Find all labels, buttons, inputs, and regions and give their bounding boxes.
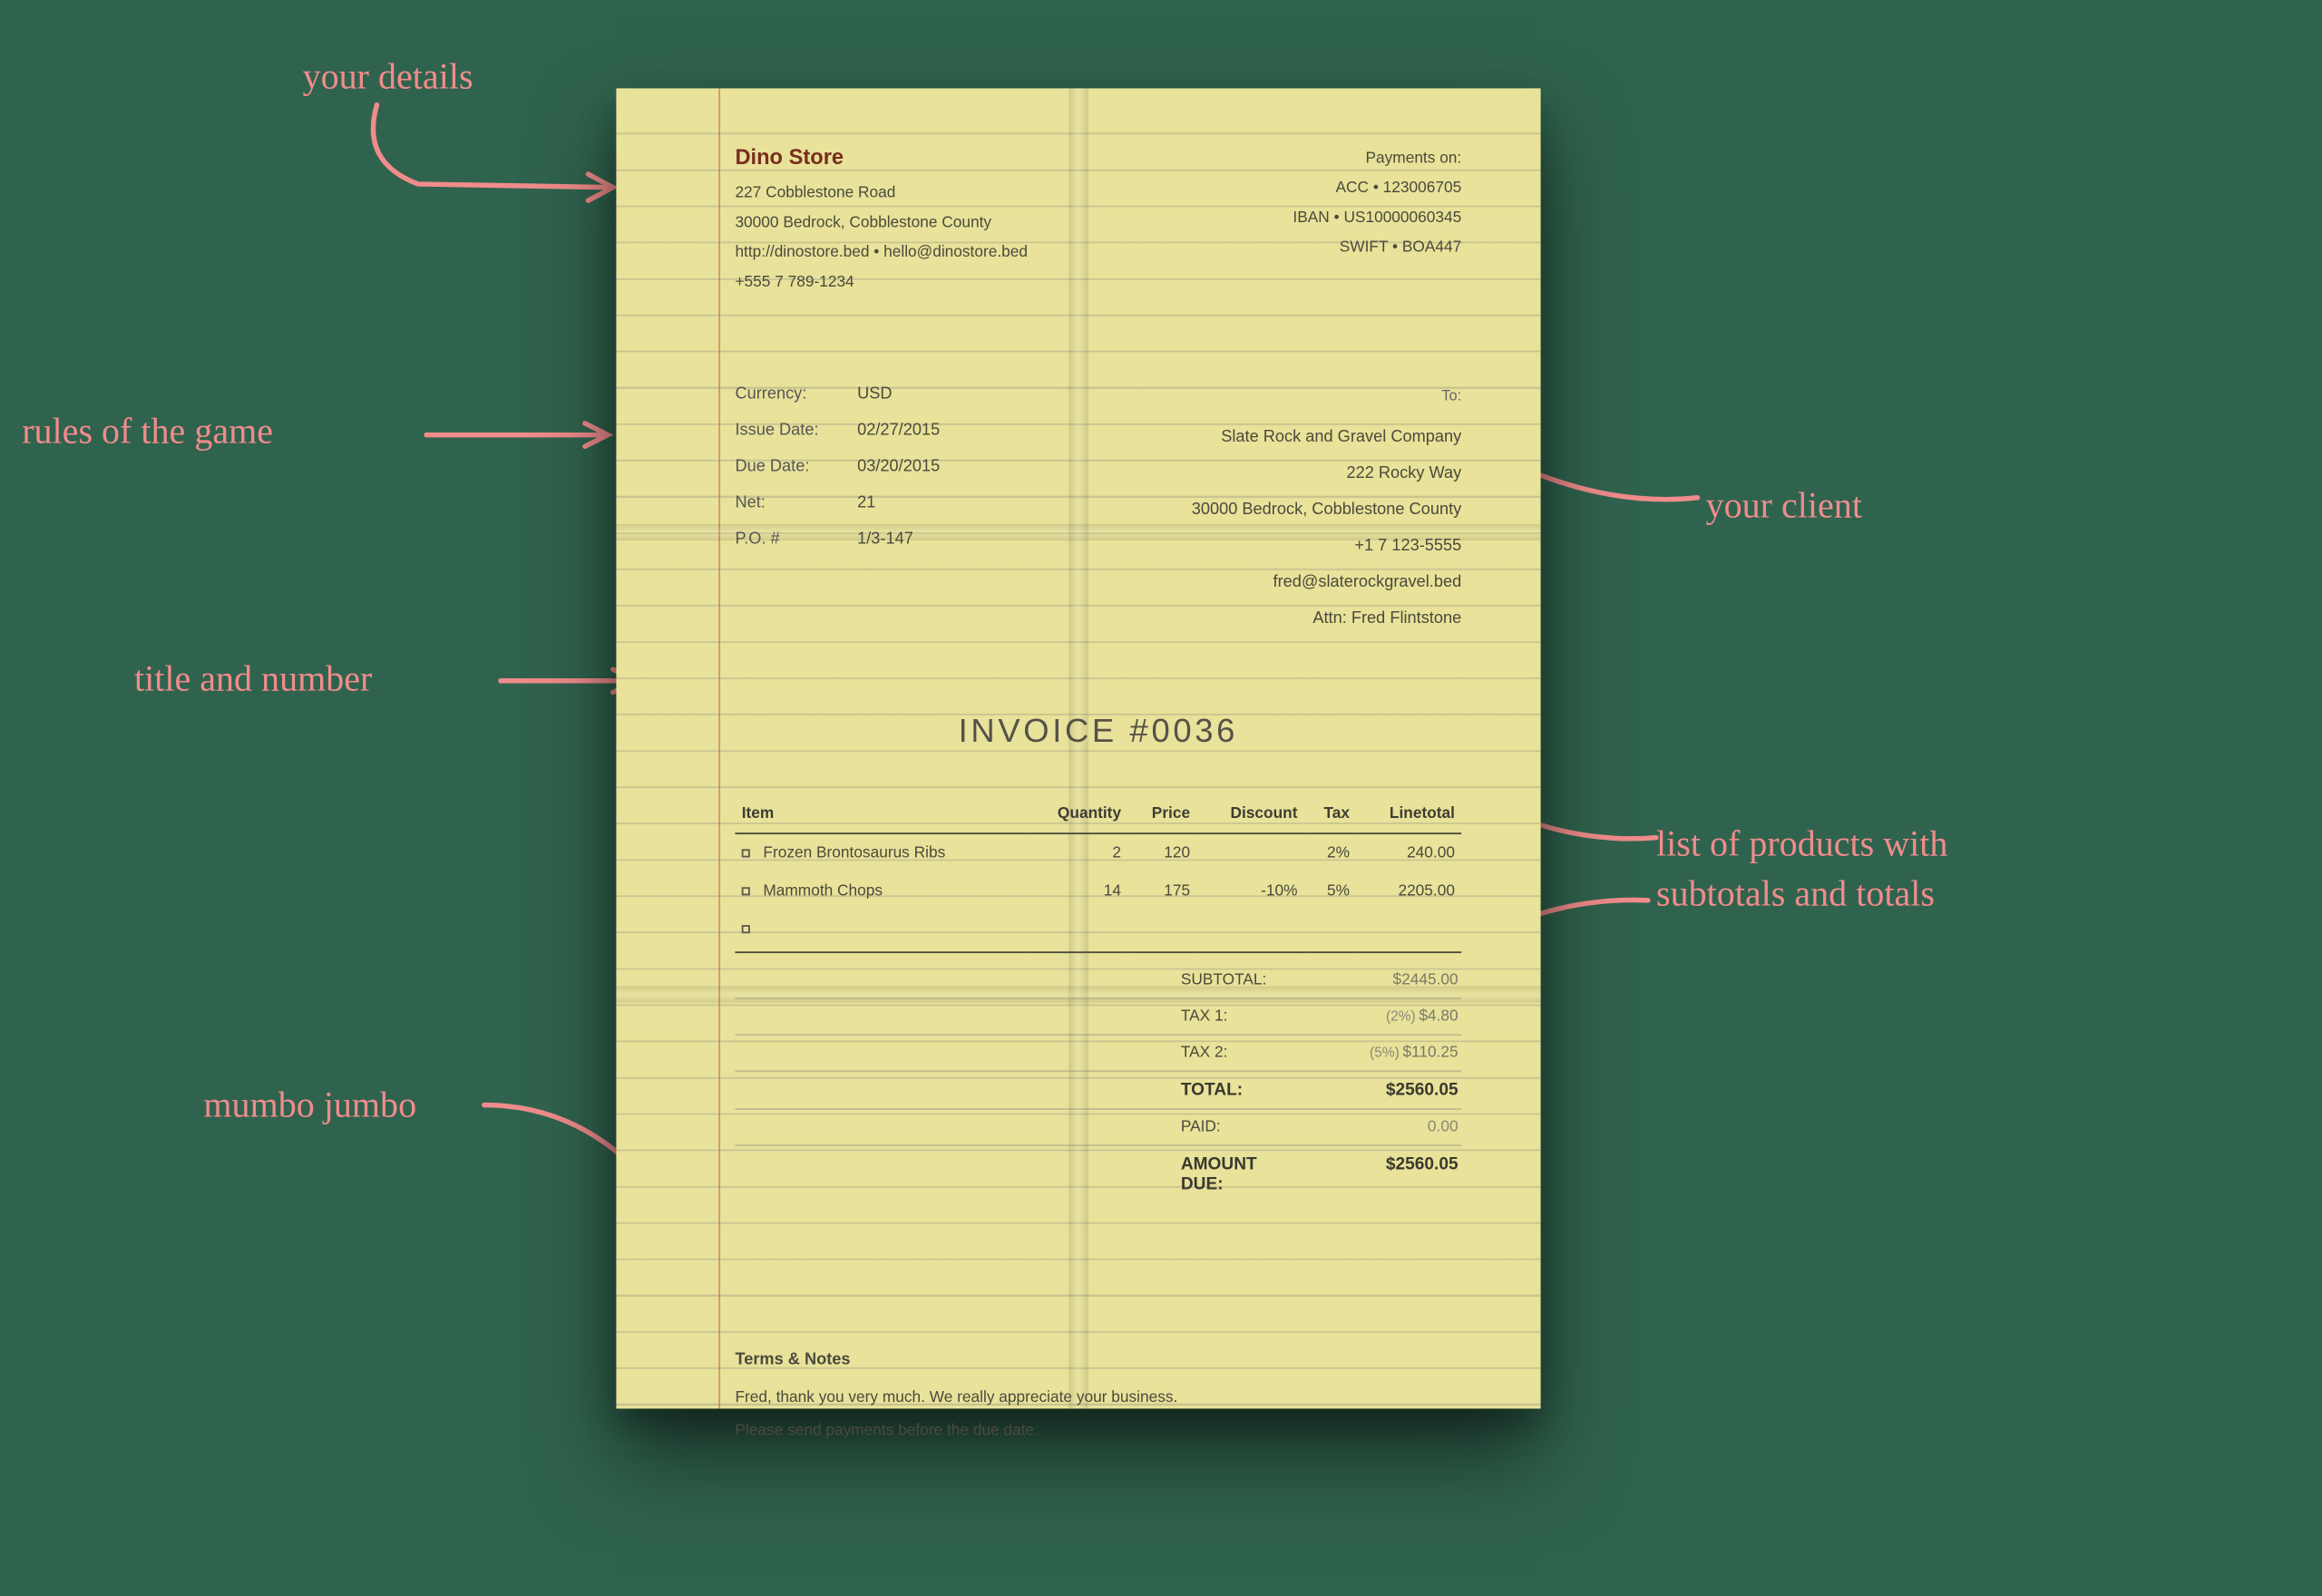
store-address-1: 227 Cobblestone Road	[735, 179, 1028, 209]
meta-label-due: Due Date:	[735, 450, 837, 486]
annotation-products: list of products with	[1656, 822, 1947, 865]
annotation-mumbo: mumbo jumbo	[203, 1084, 416, 1126]
tax2-value: $110.25	[1402, 1044, 1458, 1062]
store-name: Dino Store	[735, 144, 1028, 169]
cell-tax: 5%	[1304, 872, 1357, 910]
cell-item: Mammoth Chops	[763, 882, 883, 900]
client-block: To: Slate Rock and Gravel Company 222 Ro…	[1192, 377, 1461, 638]
meta-label-issue: Issue Date:	[735, 414, 837, 450]
totals-block: SUBTOTAL: $2445.00 TAX 1: (2%)$4.80 TAX 2:…	[735, 963, 1461, 1202]
notes-line-1: Fred, thank you very much. We really app…	[735, 1382, 1461, 1415]
arrow-your-details	[352, 105, 616, 204]
client-attn: Attn: Fred Flintstone	[1192, 601, 1461, 637]
total-label: TOTAL:	[1000, 1080, 1297, 1100]
subtotal-value: $2445.00	[1310, 971, 1459, 989]
cell-total: 240.00	[1356, 833, 1461, 872]
cell-item: Frozen Brontosaurus Ribs	[763, 844, 945, 862]
meta-value-issue: 02/27/2015	[857, 414, 940, 450]
payments-title: Payments on:	[1293, 144, 1461, 174]
cell-price: 120	[1127, 833, 1196, 872]
meta-label-po: P.O. #	[735, 522, 837, 559]
th-tax: Tax	[1304, 794, 1357, 833]
meta-value-net: 21	[857, 486, 875, 522]
payments-swift: SWIFT • BOA447	[1293, 234, 1461, 264]
notes-block: Terms & Notes Fred, thank you very much.…	[735, 1351, 1461, 1448]
payments-block: Payments on: ACC • 123006705 IBAN • US10…	[1293, 144, 1461, 297]
payments-acc: ACC • 123006705	[1293, 174, 1461, 204]
table-row: Mammoth Chops 14 175 -10% 5% 2205.00	[735, 872, 1461, 910]
client-name: Slate Rock and Gravel Company	[1192, 420, 1461, 456]
meta-value-currency: USD	[857, 377, 892, 414]
client-to-label: To:	[1192, 377, 1461, 414]
invoice-title: INVOICE #0036	[735, 714, 1461, 752]
bullet-icon	[742, 849, 750, 857]
cell-price: 175	[1127, 872, 1196, 910]
cell-total: 2205.00	[1356, 872, 1461, 910]
store-phone: +555 7 789-1234	[735, 268, 1028, 298]
store-contact: http://dinostore.bed • hello@dinostore.b…	[735, 238, 1028, 268]
cell-qty: 2	[1025, 833, 1127, 872]
table-row-empty	[735, 910, 1461, 952]
subtotal-label: SUBTOTAL:	[1000, 971, 1297, 989]
payments-iban: IBAN • US10000060345	[1293, 204, 1461, 234]
tax2-label: TAX 2:	[1000, 1044, 1297, 1062]
bullet-icon	[742, 925, 750, 933]
cell-discount: -10%	[1196, 872, 1303, 910]
th-item: Item	[735, 794, 1025, 833]
annotation-your-details: your details	[303, 55, 473, 98]
client-phone: +1 7 123-5555	[1192, 529, 1461, 565]
tax2-pct: (5%)	[1370, 1044, 1400, 1060]
annotation-your-client: your client	[1706, 484, 1862, 527]
client-line2: 30000 Bedrock, Cobblestone County	[1192, 492, 1461, 529]
due-label: AMOUNT DUE:	[1000, 1154, 1297, 1194]
tax1-value: $4.80	[1419, 1007, 1458, 1026]
client-email: fred@slaterockgravel.bed	[1192, 565, 1461, 601]
th-qty: Quantity	[1025, 794, 1127, 833]
invoice-paper: Dino Store 227 Cobblestone Road 30000 Be…	[616, 88, 1540, 1408]
due-value: $2560.05	[1310, 1154, 1459, 1174]
arrow-rules	[426, 422, 624, 454]
notes-line-2: Please send payments before the due date…	[735, 1416, 1461, 1448]
cell-qty: 14	[1025, 872, 1127, 910]
th-discount: Discount	[1196, 794, 1303, 833]
th-total: Linetotal	[1356, 794, 1461, 833]
store-details: Dino Store 227 Cobblestone Road 30000 Be…	[735, 144, 1028, 297]
annotation-products-2: subtotals and totals	[1656, 872, 1935, 915]
annotation-rules: rules of the game	[22, 410, 273, 453]
cell-discount	[1196, 833, 1303, 872]
bullet-icon	[742, 887, 750, 895]
paid-label: PAID:	[1000, 1118, 1297, 1136]
th-price: Price	[1127, 794, 1196, 833]
meta-label-currency: Currency:	[735, 377, 837, 414]
table-row: Frozen Brontosaurus Ribs 2 120 2% 240.00	[735, 833, 1461, 872]
items-table: Item Quantity Price Discount Tax Linetot…	[735, 794, 1461, 953]
meta-value-po: 1/3-147	[857, 522, 913, 559]
store-address-2: 30000 Bedrock, Cobblestone County	[735, 209, 1028, 238]
total-value: $2560.05	[1310, 1080, 1459, 1100]
tax1-pct: (2%)	[1386, 1007, 1416, 1024]
meta-label-net: Net:	[735, 486, 837, 522]
invoice-meta: Currency: USD Issue Date: 02/27/2015 Due D…	[735, 377, 940, 638]
tax1-label: TAX 1:	[1000, 1007, 1297, 1026]
client-line1: 222 Rocky Way	[1192, 456, 1461, 492]
cell-tax: 2%	[1304, 833, 1357, 872]
paid-value: 0.00	[1310, 1118, 1459, 1136]
annotation-title-number: title and number	[134, 657, 372, 700]
meta-value-due: 03/20/2015	[857, 450, 940, 486]
notes-title: Terms & Notes	[735, 1351, 1461, 1369]
